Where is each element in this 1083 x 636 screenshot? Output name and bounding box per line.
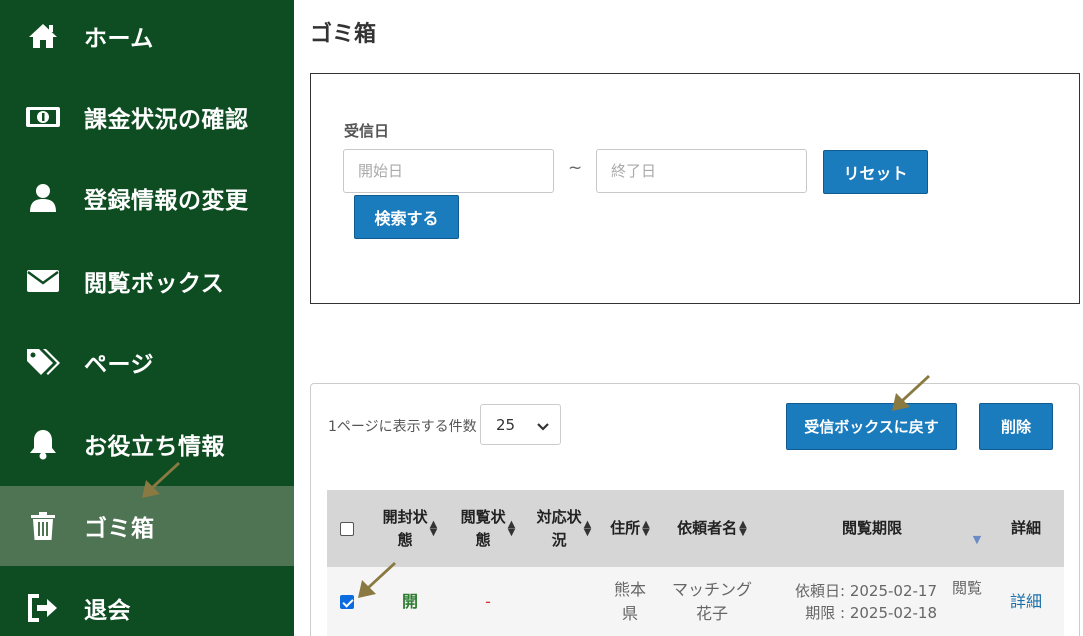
table-row: 開 - 熊本 県 マッチング 花子 依頼日: 2025-02-17 期限 : 2…: [327, 567, 1064, 636]
per-page-value: 25: [496, 415, 516, 434]
sign-out-icon: [24, 592, 62, 624]
date-range-separator: ~: [568, 158, 583, 178]
row-checkbox[interactable]: [340, 595, 354, 609]
reset-button[interactable]: リセット: [823, 150, 928, 194]
user-icon: [24, 182, 62, 214]
viewed-status: -: [485, 592, 491, 611]
sidebar-item-label: 閲覧ボックス: [84, 271, 225, 297]
sort-icon: ▲ ▼: [583, 518, 592, 538]
trash-icon: [24, 510, 62, 542]
end-date-input[interactable]: [596, 149, 807, 193]
col-opened[interactable]: 開封状 態 ▲ ▼: [375, 490, 445, 567]
detail-link[interactable]: 詳細: [997, 567, 1055, 636]
page-title: ゴミ箱: [310, 22, 377, 47]
sidebar-item-home[interactable]: ホーム: [0, 0, 294, 76]
request-date: 依頼日: 2025-02-17: [795, 581, 937, 600]
col-response[interactable]: 対応状 況 ▲ ▼: [529, 490, 599, 567]
chevron-down-icon: [536, 418, 550, 436]
sidebar-item-label: 課金状況の確認: [84, 107, 249, 133]
sidebar-item-label: 登録情報の変更: [84, 188, 249, 214]
select-all-checkbox[interactable]: [340, 521, 354, 536]
view-deadline-date: 期限 : 2025-02-18: [805, 604, 937, 622]
received-date-label: 受信日: [344, 122, 390, 140]
sidebar-item-label: お役立ち情報: [84, 434, 225, 460]
sort-icon: ▲ ▼: [642, 518, 650, 538]
sort-icon: ▲ ▼: [739, 518, 747, 538]
select-all-cell: [327, 490, 367, 567]
annotation-arrow-icon: [892, 375, 930, 411]
sidebar-item-label: ページ: [84, 352, 155, 378]
deadline-tag: 閲覧: [951, 578, 982, 597]
sidebar-item-pages[interactable]: ページ: [0, 322, 294, 402]
col-address[interactable]: 住所 ▲ ▼: [605, 490, 655, 567]
search-button[interactable]: 検索する: [354, 195, 459, 239]
money-icon: [24, 101, 62, 133]
sidebar: ホーム 課金状況の確認 登録情報の変更 閲覧ボックス ページ お役立ち情報 ゴミ…: [0, 0, 294, 636]
sort-icon: ▲ ▼: [429, 518, 438, 538]
sidebar-item-label: 退会: [84, 598, 131, 624]
delete-button[interactable]: 削除: [979, 403, 1053, 450]
per-page-label: 1ページに表示する件数: [328, 419, 477, 435]
sidebar-item-label: ゴミ箱: [84, 516, 155, 542]
sidebar-item-billing[interactable]: 課金状況の確認: [0, 77, 294, 157]
address-cell: 熊本 県: [613, 580, 646, 623]
per-page-select[interactable]: 25: [480, 404, 561, 445]
sidebar-item-inbox[interactable]: 閲覧ボックス: [0, 241, 294, 321]
tags-icon: [24, 346, 62, 378]
col-viewed[interactable]: 閲覧状 態 ▲ ▼: [453, 490, 523, 567]
annotation-arrow-icon: [358, 562, 396, 598]
requester-cell: マッチング 花子: [671, 580, 752, 623]
sidebar-item-label: ホーム: [84, 26, 154, 52]
sort-icon: ▲ ▼: [507, 518, 516, 538]
sidebar-item-profile[interactable]: 登録情報の変更: [0, 158, 294, 238]
search-panel: 受信日 ~ リセット 検索する: [310, 73, 1080, 304]
envelope-icon: [24, 265, 62, 297]
list-panel: 1ページに表示する件数 25 受信ボックスに戻す 削除 開封状 態 ▲ ▼ 閲覧状…: [310, 383, 1080, 636]
bell-icon: [24, 428, 62, 460]
home-icon: [24, 20, 62, 52]
annotation-arrow-icon: [142, 462, 180, 498]
sidebar-item-withdraw[interactable]: 退会: [0, 568, 294, 636]
col-requester[interactable]: 依頼者名 ▲ ▼: [662, 490, 762, 567]
col-detail: 詳細: [1010, 519, 1041, 538]
start-date-input[interactable]: [343, 149, 554, 193]
deadline-cell: 依頼日: 2025-02-17 期限 : 2025-02-18: [767, 567, 937, 636]
